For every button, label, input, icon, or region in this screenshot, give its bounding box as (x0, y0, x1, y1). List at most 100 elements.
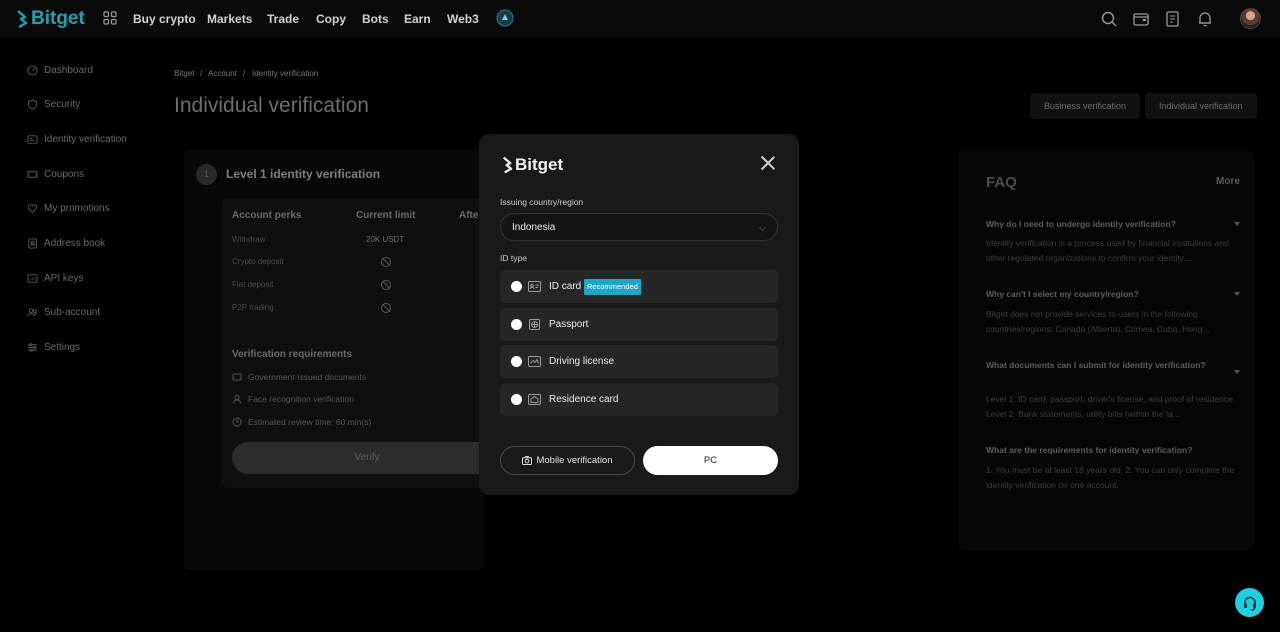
customer-support-button[interactable] (1235, 588, 1264, 617)
option-label: Passport (549, 319, 589, 330)
sidebar-item-sub-account[interactable]: Sub-account (27, 307, 100, 318)
top-nav: Bitget Buy crypto Markets Trade Copy Bot… (0, 0, 1280, 38)
faq-question[interactable]: Why can't I select my country/region? (986, 287, 1216, 301)
faq-answer: Identity verification is a process used … (986, 238, 1229, 263)
requirement-label: Government-issued documents (248, 372, 367, 382)
requirement-label: Estimated review time: 60 min(s) (248, 417, 372, 427)
perks-header: Account perks (232, 210, 302, 221)
faq-question[interactable]: Why do I need to undergo identity verifi… (986, 217, 1216, 231)
radio-button[interactable] (511, 319, 522, 330)
radio-button[interactable] (511, 356, 522, 367)
sidebar-item-label: Coupons (44, 169, 85, 180)
perk-fiat-deposit: Fiat deposit (232, 280, 274, 289)
sidebar-item-coupons[interactable]: Coupons (27, 169, 84, 180)
bitget-logo[interactable]: Bitget (14, 8, 85, 30)
bell-icon[interactable] (1196, 10, 1214, 28)
pc-button[interactable]: PC (643, 446, 778, 475)
current-limit-header: Current limit (356, 210, 416, 221)
close-icon[interactable] (761, 156, 775, 170)
address-book-icon (28, 238, 38, 249)
nav-markets[interactable]: Markets (207, 12, 252, 26)
chevron-down-icon[interactable] (1234, 222, 1240, 226)
license-icon (528, 356, 541, 367)
sidebar-item-label: API keys (44, 273, 84, 284)
sidebar-item-address-book[interactable]: Address book (27, 238, 105, 249)
unavailable-icon (381, 303, 391, 313)
sidebar-item-my-promotions[interactable]: My promotions (27, 203, 110, 214)
nav-web3[interactable]: Web3 (447, 12, 479, 26)
shield-icon (27, 99, 38, 110)
brand-name: Bitget (31, 8, 85, 29)
option-label: Driving license (549, 356, 615, 367)
nav-bots[interactable]: Bots (362, 12, 389, 26)
tab-business-verification[interactable]: Business verification (1030, 93, 1141, 119)
country-value: Indonesia (512, 222, 556, 233)
faq-answer: 1. You must be at least 18 years old. 2.… (986, 465, 1235, 490)
users-icon (27, 308, 38, 317)
sidebar-item-label: My promotions (44, 203, 110, 214)
chevron-down-icon[interactable] (1234, 370, 1240, 374)
verify-button[interactable]: Verify (232, 442, 502, 474)
search-icon[interactable] (1100, 10, 1118, 28)
nav-earn[interactable]: Earn (404, 12, 431, 26)
id-option-passport[interactable]: Passport (500, 308, 778, 341)
id-type-modal: Bitget Issuing country/region Indonesia … (479, 134, 799, 495)
chevron-down-icon[interactable] (1234, 292, 1240, 296)
orders-icon[interactable] (1164, 10, 1182, 28)
user-icon (233, 395, 241, 404)
id-option-id-card[interactable]: ID card Recommended (500, 270, 778, 303)
level-title: Level 1 identity verification (226, 167, 381, 181)
sidebar-item-label: Sub-account (44, 307, 101, 318)
sidebar-item-settings[interactable]: Settings (27, 342, 80, 353)
id-card-icon (528, 281, 541, 292)
modal-bitget-logo: Bitget (500, 155, 563, 175)
nav-copy[interactable]: Copy (316, 12, 346, 26)
sidebar-item-api-keys[interactable]: API API keys (27, 273, 83, 284)
id-option-driving-license[interactable]: Driving license (500, 345, 778, 378)
breadcrumb-bitget[interactable]: Bitget (174, 69, 194, 78)
key-icon: API (27, 274, 38, 283)
step-number: 1 (196, 164, 217, 185)
sidebar-item-label: Settings (44, 342, 81, 353)
camera-icon (522, 456, 533, 465)
breadcrumb-account[interactable]: Account (208, 69, 237, 78)
dashboard-icon (27, 65, 38, 76)
breadcrumb-identity-verification: Identity verification (252, 69, 319, 78)
sidebar-item-security[interactable]: Security (27, 99, 80, 110)
faq-more-link[interactable]: More (1216, 176, 1240, 187)
bitget-logo-icon (17, 10, 28, 28)
option-label: Residence card (549, 394, 619, 405)
modal-brand-name: Bitget (515, 155, 564, 174)
coupon-icon (27, 171, 38, 178)
wallet-icon[interactable] (1132, 10, 1150, 28)
avatar[interactable] (1240, 8, 1261, 29)
sidebar-item-dashboard[interactable]: Dashboard (27, 65, 93, 76)
id-option-residence-card[interactable]: Residence card (500, 383, 778, 416)
perk-withdraw: Withdraw (232, 235, 266, 244)
sidebar-item-label: Address book (44, 238, 106, 249)
radio-button[interactable] (511, 281, 522, 292)
recommended-badge: Recommended (584, 279, 641, 295)
country-select[interactable]: Indonesia (500, 213, 778, 241)
faq-title: FAQ (986, 174, 1017, 191)
faq-question[interactable]: What documents can I submit for identity… (986, 358, 1216, 372)
breadcrumb-separator: / (243, 69, 246, 78)
perk-p2p-trading: P2P trading (232, 303, 274, 312)
settings-icon (27, 343, 38, 352)
sidebar-item-label: Security (44, 99, 81, 110)
nav-buy-crypto[interactable]: Buy crypto (133, 12, 196, 26)
perk-crypto-deposit: Crypto deposit (232, 257, 284, 266)
residence-card-icon (528, 394, 541, 405)
sidebar-item-identity-verification[interactable]: Identity verification (27, 134, 127, 145)
id-type-label: ID type (500, 253, 527, 263)
mobile-verification-button[interactable]: Mobile verification (500, 446, 635, 475)
unavailable-icon (381, 280, 391, 290)
tab-individual-verification[interactable]: Individual verification (1145, 93, 1257, 119)
radio-button[interactable] (511, 394, 522, 405)
option-label: ID card (549, 281, 582, 292)
faq-question[interactable]: What are the requirements for identity v… (986, 443, 1216, 457)
nav-trade[interactable]: Trade (267, 12, 299, 26)
apps-grid-icon[interactable] (103, 11, 117, 25)
web3-wallet-icon[interactable] (496, 9, 514, 27)
svg-text:API: API (29, 276, 36, 281)
